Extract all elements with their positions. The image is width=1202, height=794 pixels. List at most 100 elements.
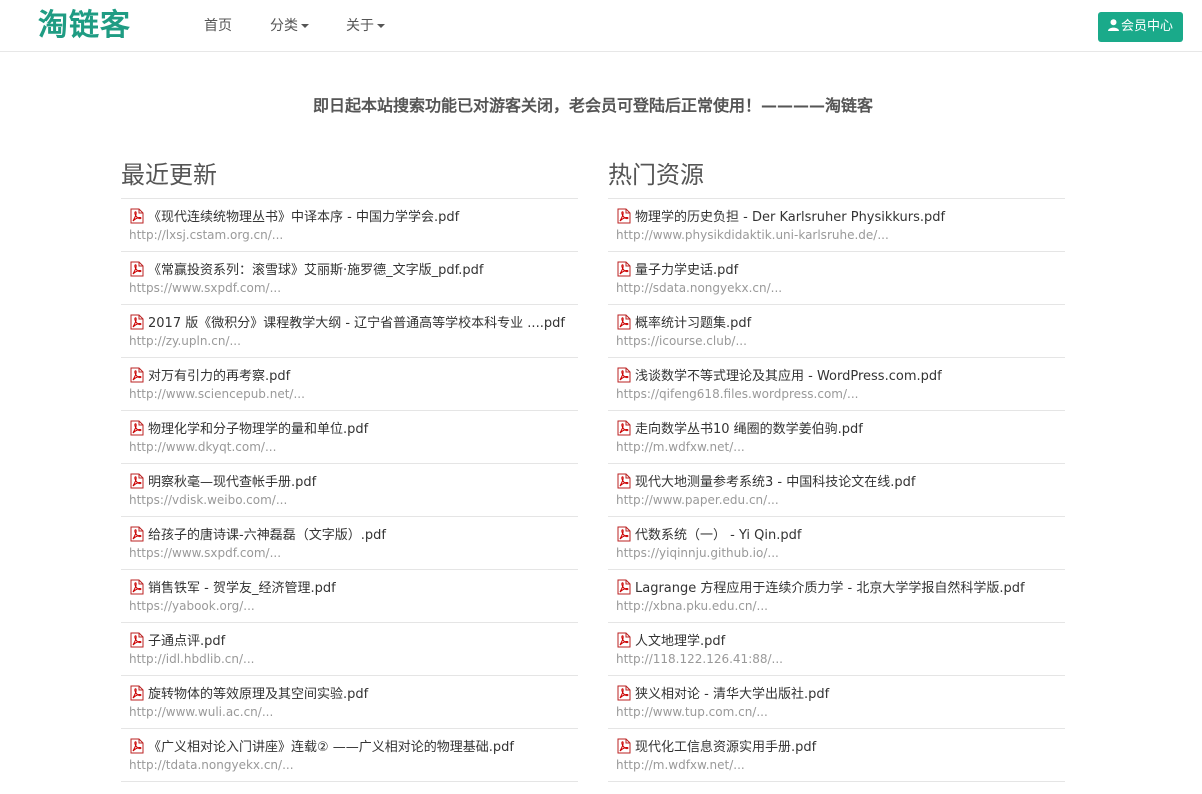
pdf-file-icon <box>617 420 631 436</box>
resource-title: 《常赢投资系列：滚雪球》艾丽斯·施罗德_文字版_pdf.pdf <box>148 263 484 278</box>
pdf-file-icon <box>617 473 631 489</box>
resource-url: http://118.122.126.41:88/... <box>616 652 783 666</box>
resource-item: 《常赢投资系列：滚雪球》艾丽斯·施罗德_文字版_pdf.pdf https://w… <box>121 252 578 305</box>
resource-item: 物理化学和分子物理学的量和单位.pdf http://www.dkyqt.com/… <box>121 411 578 464</box>
resource-url: http://m.wdfxw.net/... <box>616 758 745 772</box>
resource-url: http://www.sciencepub.net/... <box>129 387 305 401</box>
pdf-file-icon <box>130 208 144 224</box>
resource-item: 现代化工信息资源实用手册.pdf http://m.wdfxw.net/... <box>608 729 1065 782</box>
pdf-file-icon <box>130 526 144 542</box>
resource-title-link[interactable]: 子通点评.pdf <box>129 632 225 651</box>
member-center-label: 会员中心 <box>1120 19 1173 34</box>
resource-title: 概率统计习题集.pdf <box>635 316 752 331</box>
popular-resources-list: 物理学的历史负担 - Der Karlsruher Physikkurs.pdf… <box>608 199 1065 782</box>
resource-url: http://tdata.nongyekx.cn/... <box>129 758 294 772</box>
pdf-file-icon <box>617 685 631 701</box>
pdf-file-icon <box>617 632 631 648</box>
nav-home[interactable]: 首页 <box>204 17 232 35</box>
popular-resources-title: 热门资源 <box>608 158 1065 199</box>
member-center-button[interactable]: 会员中心 <box>1098 12 1183 42</box>
pdf-file-icon <box>130 261 144 277</box>
pdf-file-icon <box>130 367 144 383</box>
pdf-file-icon <box>130 632 144 648</box>
resource-item: 量子力学史话.pdf http://sdata.nongyekx.cn/... <box>608 252 1065 305</box>
resource-item: 2017 版《微积分》课程教学大纲 - 辽宁省普通高等学校本科专业 ....pd… <box>121 305 578 358</box>
nav-about-label: 关于 <box>346 18 374 34</box>
resource-url: https://yabook.org/... <box>129 599 255 613</box>
resource-title: 给孩子的唐诗课-六神磊磊（文字版）.pdf <box>148 528 386 543</box>
resource-url: http://sdata.nongyekx.cn/... <box>616 281 783 295</box>
pdf-file-icon <box>130 685 144 701</box>
resource-url: https://qifeng618.files.wordpress.com/..… <box>616 387 859 401</box>
resource-title-link[interactable]: 物理学的历史负担 - Der Karlsruher Physikkurs.pdf <box>616 208 945 227</box>
resource-url: https://www.sxpdf.com/... <box>129 281 282 295</box>
resource-title-link[interactable]: Lagrange 方程应用于连续介质力学 - 北京大学学报自然科学版.pdf <box>616 579 1025 598</box>
resource-title-link[interactable]: 《广义相对论入门讲座》连载② ——广义相对论的物理基础.pdf <box>129 738 514 757</box>
resource-title: 《现代连续统物理丛书》中译本序 - 中国力学学会.pdf <box>148 210 460 225</box>
resource-title-link[interactable]: 概率统计习题集.pdf <box>616 314 751 333</box>
popular-resources-section: 热门资源 物理学的历史负担 - Der Karlsruher Physikkur… <box>608 158 1065 782</box>
resource-title-link[interactable]: 浅谈数学不等式理论及其应用 - WordPress.com.pdf <box>616 367 942 386</box>
caret-down-icon <box>301 24 309 28</box>
resource-title: 走向数学丛书10 绳圈的数学姜伯驹.pdf <box>635 422 863 437</box>
resource-title: 人文地理学.pdf <box>635 634 726 649</box>
nav-home-label: 首页 <box>204 18 232 34</box>
resource-title-link[interactable]: 狭义相对论 - 清华大学出版社.pdf <box>616 685 829 704</box>
resource-title: 旋转物体的等效原理及其空间实验.pdf <box>148 687 369 702</box>
recent-updates-title: 最近更新 <box>121 158 578 199</box>
resource-title-link[interactable]: 物理化学和分子物理学的量和单位.pdf <box>129 420 368 439</box>
resource-title: 代数系统（一） - Yi Qin.pdf <box>635 528 802 543</box>
resource-item: 给孩子的唐诗课-六神磊磊（文字版）.pdf https://www.sxpdf.c… <box>121 517 578 570</box>
resource-item: 走向数学丛书10 绳圈的数学姜伯驹.pdf http://m.wdfxw.net/… <box>608 411 1065 464</box>
resource-title: 《广义相对论入门讲座》连载② ——广义相对论的物理基础.pdf <box>148 740 514 755</box>
pdf-file-icon <box>617 738 631 754</box>
pdf-file-icon <box>130 579 144 595</box>
resource-url: https://yiqinnju.github.io/... <box>616 546 779 560</box>
site-logo[interactable]: 淘链客 <box>38 8 131 44</box>
nav-about-dropdown[interactable]: 关于 <box>346 17 385 35</box>
resource-url: http://www.wuli.ac.cn/... <box>129 705 274 719</box>
resource-title: 2017 版《微积分》课程教学大纲 - 辽宁省普通高等学校本科专业 ....pd… <box>148 316 565 331</box>
resource-title: 狭义相对论 - 清华大学出版社.pdf <box>635 687 830 702</box>
resource-title-link[interactable]: 现代化工信息资源实用手册.pdf <box>616 738 816 757</box>
resource-title-link[interactable]: 对万有引力的再考察.pdf <box>129 367 290 386</box>
resource-title: 物理学的历史负担 - Der Karlsruher Physikkurs.pdf <box>635 210 946 225</box>
pdf-file-icon <box>617 579 631 595</box>
resource-url: http://www.tup.com.cn/... <box>616 705 768 719</box>
notice-banner: 即日起本站搜索功能已对游客关闭，老会员可登陆后正常使用！————淘链客 <box>312 96 873 115</box>
resource-title-link[interactable]: 明察秋毫—现代查帐手册.pdf <box>129 473 316 492</box>
resource-title-link[interactable]: 《现代连续统物理丛书》中译本序 - 中国力学学会.pdf <box>129 208 459 227</box>
resource-url: http://www.dkyqt.com/... <box>129 440 277 454</box>
pdf-file-icon <box>617 526 631 542</box>
resource-url: http://lxsj.cstam.org.cn/... <box>129 228 284 242</box>
top-navbar: 淘链客 首页 分类 关于 会员中心 <box>0 0 1202 52</box>
resource-title-link[interactable]: 量子力学史话.pdf <box>616 261 738 280</box>
nav-category-label: 分类 <box>270 18 298 34</box>
resource-item: 物理学的历史负担 - Der Karlsruher Physikkurs.pdf… <box>608 199 1065 252</box>
resource-item: 代数系统（一） - Yi Qin.pdf https://yiqinnju.git… <box>608 517 1065 570</box>
resource-url: http://xbna.pku.edu.cn/... <box>616 599 768 613</box>
resource-title-link[interactable]: 旋转物体的等效原理及其空间实验.pdf <box>129 685 368 704</box>
nav-category-dropdown[interactable]: 分类 <box>270 17 309 35</box>
resource-item: 对万有引力的再考察.pdf http://www.sciencepub.net/.… <box>121 358 578 411</box>
resource-item: 旋转物体的等效原理及其空间实验.pdf http://www.wuli.ac.cn… <box>121 676 578 729</box>
resource-title-link[interactable]: 代数系统（一） - Yi Qin.pdf <box>616 526 801 545</box>
resource-title-link[interactable]: 销售铁军 - 贺学友_经济管理.pdf <box>129 579 336 598</box>
resource-item: 现代大地测量参考系统3 - 中国科技论文在线.pdf http://www.pap… <box>608 464 1065 517</box>
pdf-file-icon <box>617 367 631 383</box>
pdf-file-icon <box>617 314 631 330</box>
resource-title-link[interactable]: 给孩子的唐诗课-六神磊磊（文字版）.pdf <box>129 526 386 545</box>
resource-url: http://www.paper.edu.cn/... <box>616 493 779 507</box>
pdf-file-icon <box>130 420 144 436</box>
resource-title-link[interactable]: 现代大地测量参考系统3 - 中国科技论文在线.pdf <box>616 473 915 492</box>
resource-title-link[interactable]: 2017 版《微积分》课程教学大纲 - 辽宁省普通高等学校本科专业 ....pd… <box>129 314 565 333</box>
resource-item: 狭义相对论 - 清华大学出版社.pdf http://www.tup.com.cn… <box>608 676 1065 729</box>
recent-updates-list: 《现代连续统物理丛书》中译本序 - 中国力学学会.pdf http://lxsj.… <box>121 199 578 782</box>
resource-title-link[interactable]: 《常赢投资系列：滚雪球》艾丽斯·施罗德_文字版_pdf.pdf <box>129 261 483 280</box>
resource-title: 浅谈数学不等式理论及其应用 - WordPress.com.pdf <box>635 369 942 384</box>
resource-title-link[interactable]: 人文地理学.pdf <box>616 632 725 651</box>
resource-url: https://vdisk.weibo.com/... <box>129 493 288 507</box>
resource-item: 明察秋毫—现代查帐手册.pdf https://vdisk.weibo.com/.… <box>121 464 578 517</box>
resource-title-link[interactable]: 走向数学丛书10 绳圈的数学姜伯驹.pdf <box>616 420 863 439</box>
pdf-file-icon <box>130 314 144 330</box>
